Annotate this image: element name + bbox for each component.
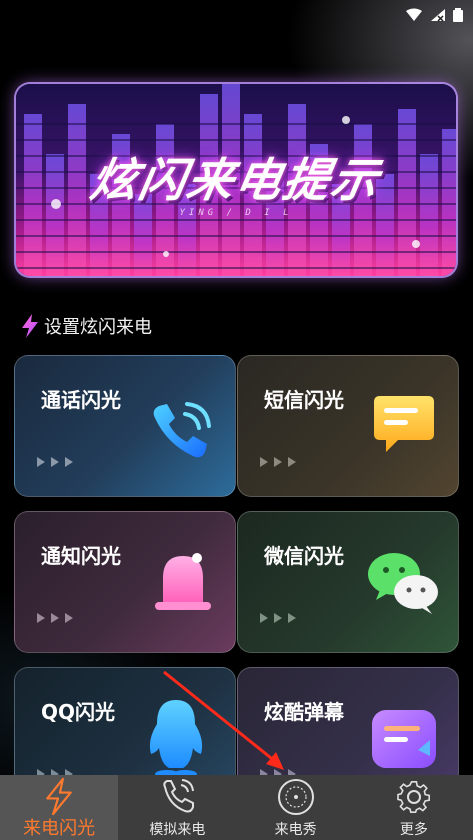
banner-subtitle: YING / D I L — [179, 208, 293, 218]
barrage-icon — [372, 710, 436, 768]
section-title: 设置炫闪来电 — [20, 313, 152, 339]
banner-title: 炫闪来电提示 — [86, 153, 385, 207]
phone-icon — [153, 402, 211, 458]
lightning-icon — [46, 777, 72, 816]
card-label: 微信闪光 — [264, 544, 344, 568]
tab-simulate-call[interactable]: 模拟来电 — [118, 775, 236, 840]
play-arrows-icon — [37, 613, 73, 623]
tab-more[interactable]: 更多 — [355, 775, 473, 840]
card-sms-flash[interactable]: 短信闪光 — [237, 355, 459, 497]
card-label: 通知闪光 — [41, 544, 121, 568]
tab-label: 来电闪光 — [23, 818, 96, 839]
phone-call-icon — [163, 779, 195, 813]
tab-call-flash[interactable]: 来电闪光 — [0, 775, 119, 840]
card-label: 炫酷弹幕 — [264, 700, 344, 724]
play-arrows-icon — [260, 457, 296, 467]
wechat-icon — [368, 553, 438, 614]
bell-icon — [155, 553, 211, 610]
card-label: 短信闪光 — [264, 388, 344, 412]
card-notification-flash[interactable]: 通知闪光 — [14, 511, 236, 653]
play-arrows-icon — [260, 613, 296, 623]
tab-label: 模拟来电 — [149, 822, 206, 838]
wifi-icon — [406, 8, 422, 21]
status-bar — [405, 6, 463, 24]
tab-label: 来电秀 — [274, 822, 317, 838]
promo-banner[interactable]: 炫闪来电提示 YING / D I L — [16, 84, 456, 276]
card-label: 通话闪光 — [41, 388, 121, 412]
qq-icon — [149, 700, 203, 778]
card-wechat-flash[interactable]: 微信闪光 — [237, 511, 459, 653]
card-label: QQ闪光 — [41, 700, 116, 724]
battery-icon — [453, 8, 463, 22]
gear-icon — [397, 780, 430, 814]
play-arrows-icon — [37, 457, 73, 467]
call-show-icon — [277, 779, 314, 815]
section-title-text: 设置炫闪来电 — [44, 317, 152, 338]
card-call-flash[interactable]: 通话闪光 — [14, 355, 236, 497]
bottom-tab-bar: 来电闪光 模拟来电 来电秀 更多 — [0, 775, 473, 840]
lightning-icon — [22, 314, 38, 338]
tab-call-show[interactable]: 来电秀 — [237, 775, 355, 840]
signal-icon — [431, 9, 445, 22]
message-icon — [374, 396, 434, 452]
tab-label: 更多 — [399, 822, 428, 838]
